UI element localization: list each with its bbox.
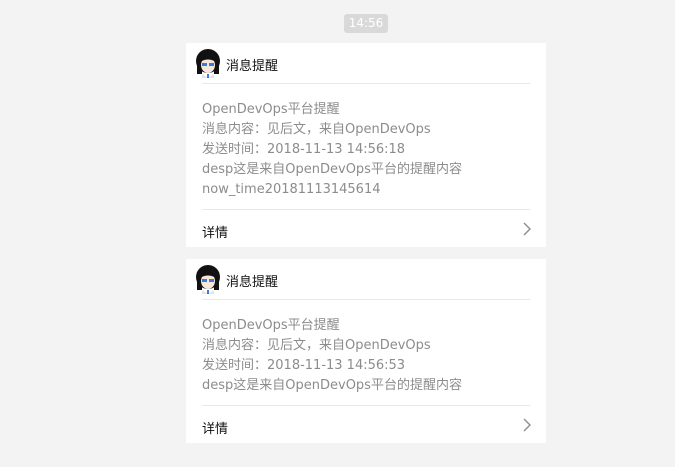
message-line: desp这是来自OpenDevOps平台的提醒内容 (202, 162, 462, 177)
message-card[interactable]: 消息提醒 OpenDevOps平台提醒 消息内容：见后文，来自OpenDevOp… (186, 43, 546, 247)
sender-name: 消息提醒 (226, 275, 279, 290)
user-avatar-icon (196, 265, 220, 294)
message-card[interactable]: 消息提醒 OpenDevOps平台提醒 消息内容：见后文，来自OpenDevOp… (186, 259, 546, 443)
user-avatar-icon (196, 49, 220, 78)
message-line: desp这是来自OpenDevOps平台的提醒内容 (202, 378, 462, 393)
chevron-right-icon (523, 222, 531, 236)
card-header: 消息提醒 (196, 259, 530, 300)
message-line: OpenDevOps平台提醒 (202, 318, 340, 333)
message-line: 发送时间：2018-11-13 14:56:18 (202, 142, 406, 157)
message-timestamp: 14:56 (344, 14, 388, 33)
sender-name: 消息提醒 (226, 59, 279, 74)
message-line: now_time20181113145614 (202, 182, 381, 197)
details-link[interactable]: 详情 (202, 209, 531, 247)
message-body: OpenDevOps平台提醒 消息内容：见后文，来自OpenDevOps 发送时… (202, 316, 534, 396)
message-body: OpenDevOps平台提醒 消息内容：见后文，来自OpenDevOps 发送时… (202, 100, 534, 200)
card-header: 消息提醒 (196, 43, 530, 84)
details-link[interactable]: 详情 (202, 405, 531, 443)
details-label: 详情 (202, 422, 229, 437)
message-line: 消息内容：见后文，来自OpenDevOps (202, 338, 431, 353)
chevron-right-icon (523, 418, 531, 432)
message-line: 发送时间：2018-11-13 14:56:53 (202, 358, 406, 373)
message-line: 消息内容：见后文，来自OpenDevOps (202, 122, 431, 137)
message-line: OpenDevOps平台提醒 (202, 102, 340, 117)
details-label: 详情 (202, 226, 229, 241)
